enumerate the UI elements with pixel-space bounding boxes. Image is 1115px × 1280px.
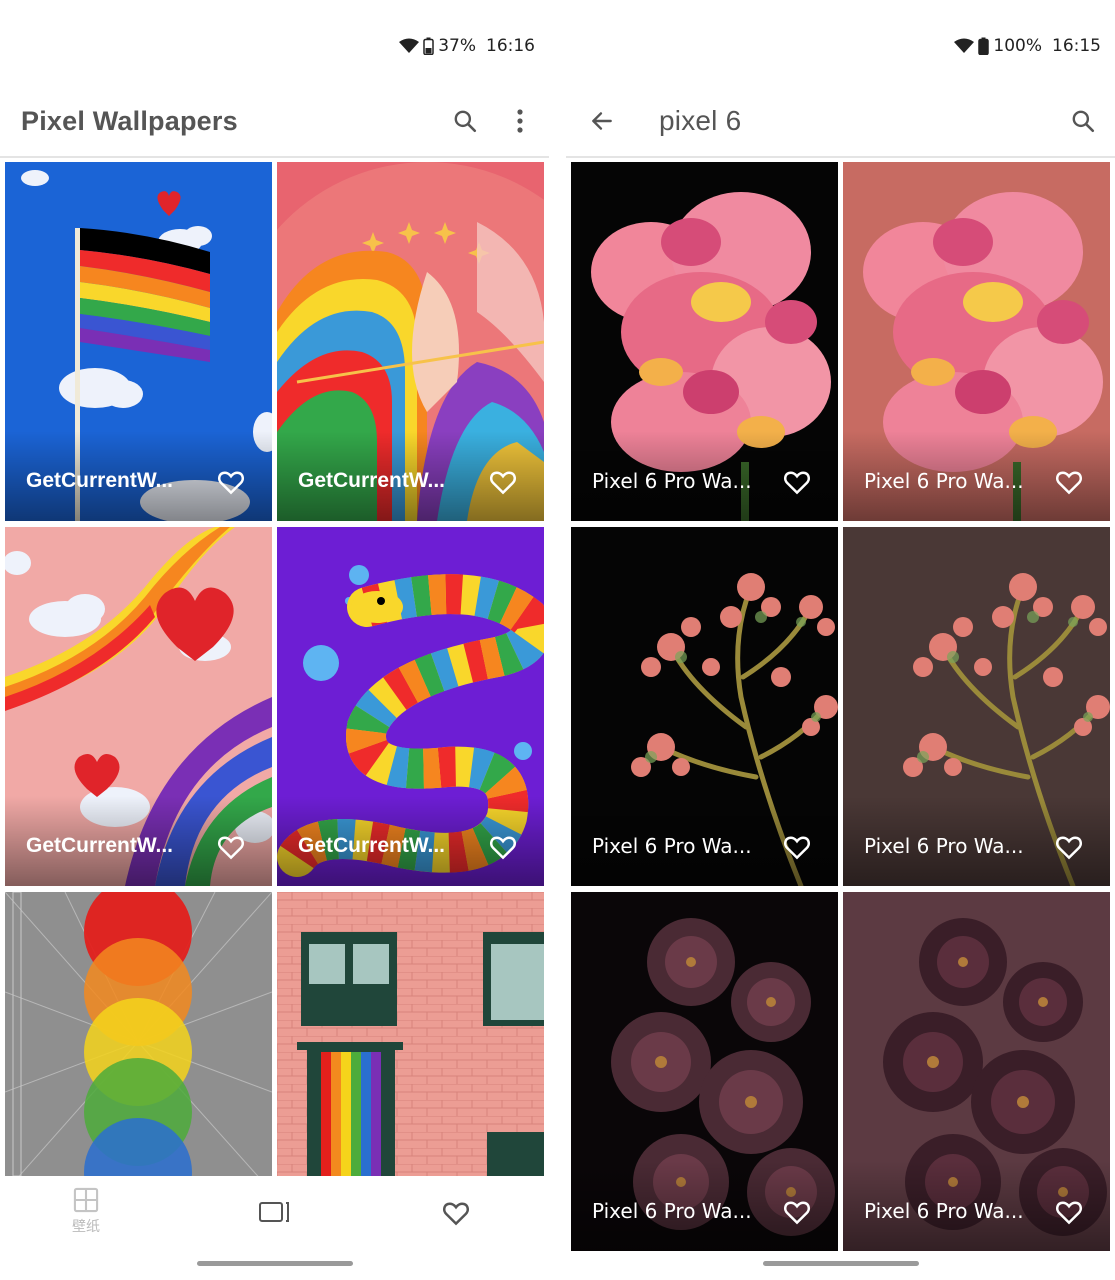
wallpaper-card[interactable] (277, 892, 544, 1176)
wallpaper-card[interactable]: Pixel 6 Pro Wa... (843, 892, 1110, 1251)
heart-outline-icon[interactable] (782, 832, 812, 862)
more-vert-icon (517, 109, 523, 133)
wallpaper-title: Pixel 6 Pro Wa... (864, 834, 1024, 858)
wallpaper-card[interactable]: Pixel 6 Pro Wa... (843, 162, 1110, 521)
wallpaper-card[interactable]: GetCurrentW... (5, 162, 272, 521)
wallpaper-card[interactable]: Pixel 6 Pro Wa... (571, 892, 838, 1251)
nav-wallpapers[interactable]: 壁纸 (72, 1186, 100, 1236)
app-title: Pixel Wallpapers (21, 105, 238, 136)
wallpaper-title: Pixel 6 Pro Wa... (592, 1199, 752, 1223)
nav-current-wallpaper[interactable] (258, 1200, 290, 1224)
nav-favorites[interactable] (441, 1198, 471, 1228)
wallpaper-title: GetCurrentW... (298, 469, 446, 492)
battery-icon (423, 37, 434, 55)
wallpaper-title: Pixel 6 Pro Wa... (864, 1199, 1024, 1223)
wallpaper-card[interactable]: GetCurrentW... (5, 527, 272, 886)
wallpaper-card[interactable]: GetCurrentW... (277, 162, 544, 521)
status-bar: 37% 16:16 (399, 36, 535, 56)
heart-outline-icon[interactable] (488, 467, 518, 497)
wallpaper-title: GetCurrentW... (26, 469, 174, 492)
search-icon (454, 110, 477, 133)
battery-icon (978, 37, 990, 55)
clock: 16:16 (486, 36, 535, 56)
wallpaper-card[interactable] (5, 892, 272, 1176)
heart-outline-icon[interactable] (782, 467, 812, 497)
heart-outline-icon[interactable] (488, 832, 518, 862)
search-button[interactable] (445, 101, 485, 141)
heart-outline-icon[interactable] (782, 1197, 812, 1227)
wallpaper-card[interactable]: Pixel 6 Pro Wa... (843, 527, 1110, 886)
arrow-back-icon (592, 112, 612, 130)
search-app-bar: pixel 6 (566, 88, 1115, 154)
current-wallpaper-icon (259, 1202, 289, 1222)
wifi-icon (399, 38, 420, 54)
status-bar: 100% 16:15 (954, 36, 1101, 56)
clock: 16:15 (1052, 36, 1101, 56)
wallpaper-title: Pixel 6 Pro Wa... (864, 469, 1024, 493)
battery-percent: 37% (438, 36, 476, 56)
appbar-divider (566, 156, 1115, 158)
heart-outline-icon[interactable] (216, 467, 246, 497)
nav-wallpapers-label: 壁纸 (72, 1219, 100, 1235)
left-screen: 37% 16:16 Pixel Wallpapers GetCurrentW..… (0, 0, 549, 1280)
more-options-button[interactable] (500, 101, 540, 141)
wallpaper-title: GetCurrentW... (26, 834, 174, 857)
grid-icon (73, 1187, 99, 1213)
wallpaper-title: Pixel 6 Pro Wa... (592, 834, 752, 858)
wallpaper-image (5, 892, 272, 1176)
heart-outline-icon[interactable] (1054, 832, 1084, 862)
back-button[interactable] (582, 101, 622, 141)
search-button[interactable] (1063, 101, 1103, 141)
heart-outline-icon[interactable] (1054, 1197, 1084, 1227)
wallpaper-card[interactable]: GetCurrentW... (277, 527, 544, 886)
heart-outline-icon[interactable] (216, 832, 246, 862)
bottom-navigation: 壁纸 (0, 1176, 549, 1280)
gesture-bar (197, 1261, 353, 1266)
right-screen: 100% 16:15 pixel 6 Pixel 6 Pro Wa... Pix… (566, 0, 1115, 1280)
appbar-divider (0, 156, 549, 158)
heart-outline-icon[interactable] (1054, 467, 1084, 497)
heart-outline-icon (443, 1202, 469, 1226)
top-app-bar: Pixel Wallpapers (0, 88, 549, 154)
battery-percent: 100% (993, 36, 1042, 56)
wallpaper-image (277, 892, 544, 1176)
gesture-bar (763, 1261, 919, 1266)
wallpaper-title: GetCurrentW... (298, 834, 446, 857)
wifi-icon (954, 38, 975, 54)
search-icon (1072, 110, 1095, 133)
wallpaper-title: Pixel 6 Pro Wa... (592, 469, 752, 493)
wallpaper-card[interactable]: Pixel 6 Pro Wa... (571, 162, 838, 521)
search-query[interactable]: pixel 6 (659, 105, 741, 137)
wallpaper-card[interactable]: Pixel 6 Pro Wa... (571, 527, 838, 886)
